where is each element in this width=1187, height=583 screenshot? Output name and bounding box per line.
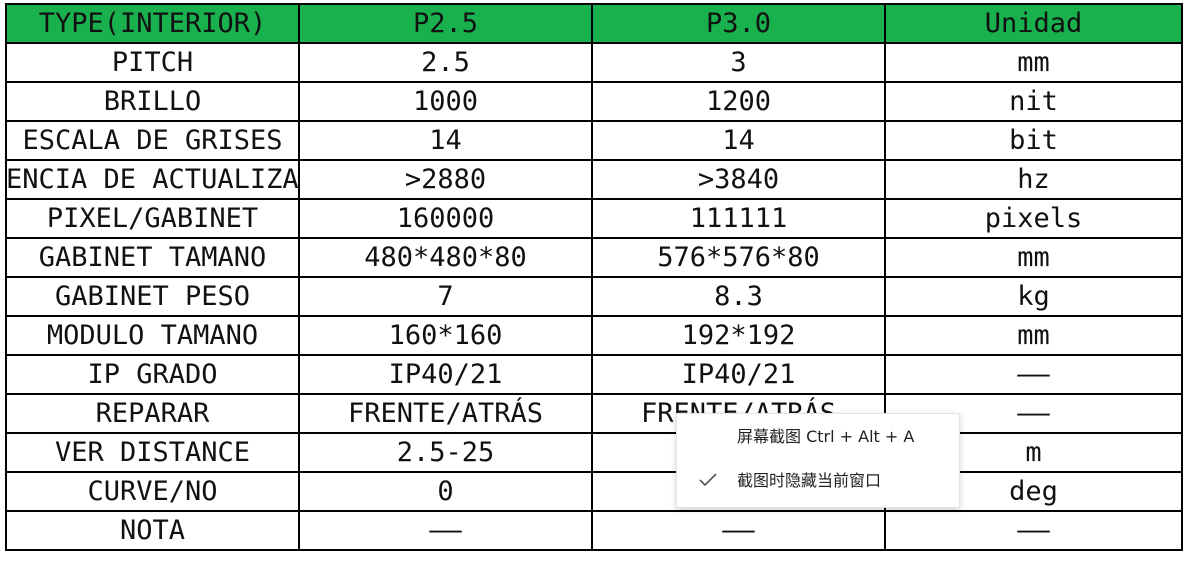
table-cell: 192*192 [591, 315, 886, 356]
row-label: NOTA [5, 510, 300, 551]
table-cell: —— [884, 510, 1183, 551]
row-label: PIXEL/GABINET [5, 198, 300, 239]
row-label: MODULO TAMANO [5, 315, 300, 356]
table-cell: 160000 [298, 198, 593, 239]
row-label: GABINET PESO [5, 276, 300, 317]
context-menu: 屏幕截图 Ctrl + Alt + A 截图时隐藏当前窗口 [676, 413, 960, 508]
row-label: CURVE/NO [5, 471, 300, 512]
table-cell: mm [884, 237, 1183, 278]
table-cell: mm [884, 315, 1183, 356]
table-cell: 1200 [591, 81, 886, 122]
spec-table: TYPE(INTERIOR) P2.5 P3.0 Unidad PITCH 2.5… [5, 3, 1183, 551]
table-cell: bit [884, 120, 1183, 161]
table-cell: 14 [591, 120, 886, 161]
table-cell: 2.5 [298, 42, 593, 83]
table-cell: 0 [298, 471, 593, 512]
menu-item-hide-window[interactable]: 截图时隐藏当前窗口 [677, 461, 959, 501]
table-row: CURVE/NO00deg [5, 471, 1183, 512]
row-label: REPARAR [5, 393, 300, 434]
table-cell: 8.3 [591, 276, 886, 317]
table-cell: >3840 [591, 159, 886, 200]
table-row: IP GRADO IP40/21 IP40/21 —— [5, 354, 1183, 395]
row-label: ESCALA DE GRISES [5, 120, 300, 161]
table-cell: —— [884, 354, 1183, 395]
table-row: PITCH 2.5 3 mm [5, 42, 1183, 83]
table-cell: kg [884, 276, 1183, 317]
table-cell: >2880 [298, 159, 593, 200]
row-label: PITCH [5, 42, 300, 83]
table-row: BRILLO 1000 1200 nit [5, 81, 1183, 122]
row-label: IP GRADO [5, 354, 300, 395]
header-unit: Unidad [884, 3, 1183, 44]
row-label: BRILLO [5, 81, 300, 122]
table-cell: nit [884, 81, 1183, 122]
table-cell: FRENTE/ATRÁS [298, 393, 593, 434]
row-label: ENCIA DE ACTUALIZA [5, 159, 300, 200]
table-row: GABINET PESO 7 8.3 kg [5, 276, 1183, 317]
table-cell: 576*576*80 [591, 237, 886, 278]
table-cell: hz [884, 159, 1183, 200]
table-cell: IP40/21 [591, 354, 886, 395]
table-row: VER DISTANCE2.5-253.0-30m [5, 432, 1183, 473]
table-cell: 7 [298, 276, 593, 317]
row-label: GABINET TAMANO [5, 237, 300, 278]
table-cell: 160*160 [298, 315, 593, 356]
header-p25: P2.5 [298, 3, 593, 44]
table-cell: 14 [298, 120, 593, 161]
table-cell: —— [298, 510, 593, 551]
menu-item-hide-window-label: 截图时隐藏当前窗口 [737, 471, 882, 490]
table-row: NOTA —— —— —— [5, 510, 1183, 551]
table-body: PITCH 2.5 3 mm BRILLO 1000 1200 nit ESCALA DE GR… [5, 42, 1183, 551]
table-row: REPARARFRENTE/ATRÁSFRENTE/ATRÁS—— [5, 393, 1183, 434]
table-row: GABINET TAMANO 480*480*80 576*576*80 mm [5, 237, 1183, 278]
menu-item-screenshot-label: 屏幕截图 Ctrl + Alt + A [737, 427, 915, 446]
table-cell: pixels [884, 198, 1183, 239]
table-row: ENCIA DE ACTUALIZA >2880 >3840 hz [5, 159, 1183, 200]
table-row: PIXEL/GABINET 160000 111111 pixels [5, 198, 1183, 239]
table-cell: —— [591, 510, 886, 551]
checkmark-icon [699, 473, 717, 487]
table-row: ESCALA DE GRISES 14 14 bit [5, 120, 1183, 161]
table-cell: 3 [591, 42, 886, 83]
header-type: TYPE(INTERIOR) [5, 3, 300, 44]
table-cell: 2.5-25 [298, 432, 593, 473]
table-cell: IP40/21 [298, 354, 593, 395]
table-row: MODULO TAMANO 160*160 192*192 mm [5, 315, 1183, 356]
header-p30: P3.0 [591, 3, 886, 44]
row-label: VER DISTANCE [5, 432, 300, 473]
table-cell: 1000 [298, 81, 593, 122]
table-cell: 111111 [591, 198, 886, 239]
table-cell: 480*480*80 [298, 237, 593, 278]
table-cell: mm [884, 42, 1183, 83]
table-header-row: TYPE(INTERIOR) P2.5 P3.0 Unidad [5, 3, 1183, 44]
menu-item-screenshot[interactable]: 屏幕截图 Ctrl + Alt + A [677, 417, 959, 457]
